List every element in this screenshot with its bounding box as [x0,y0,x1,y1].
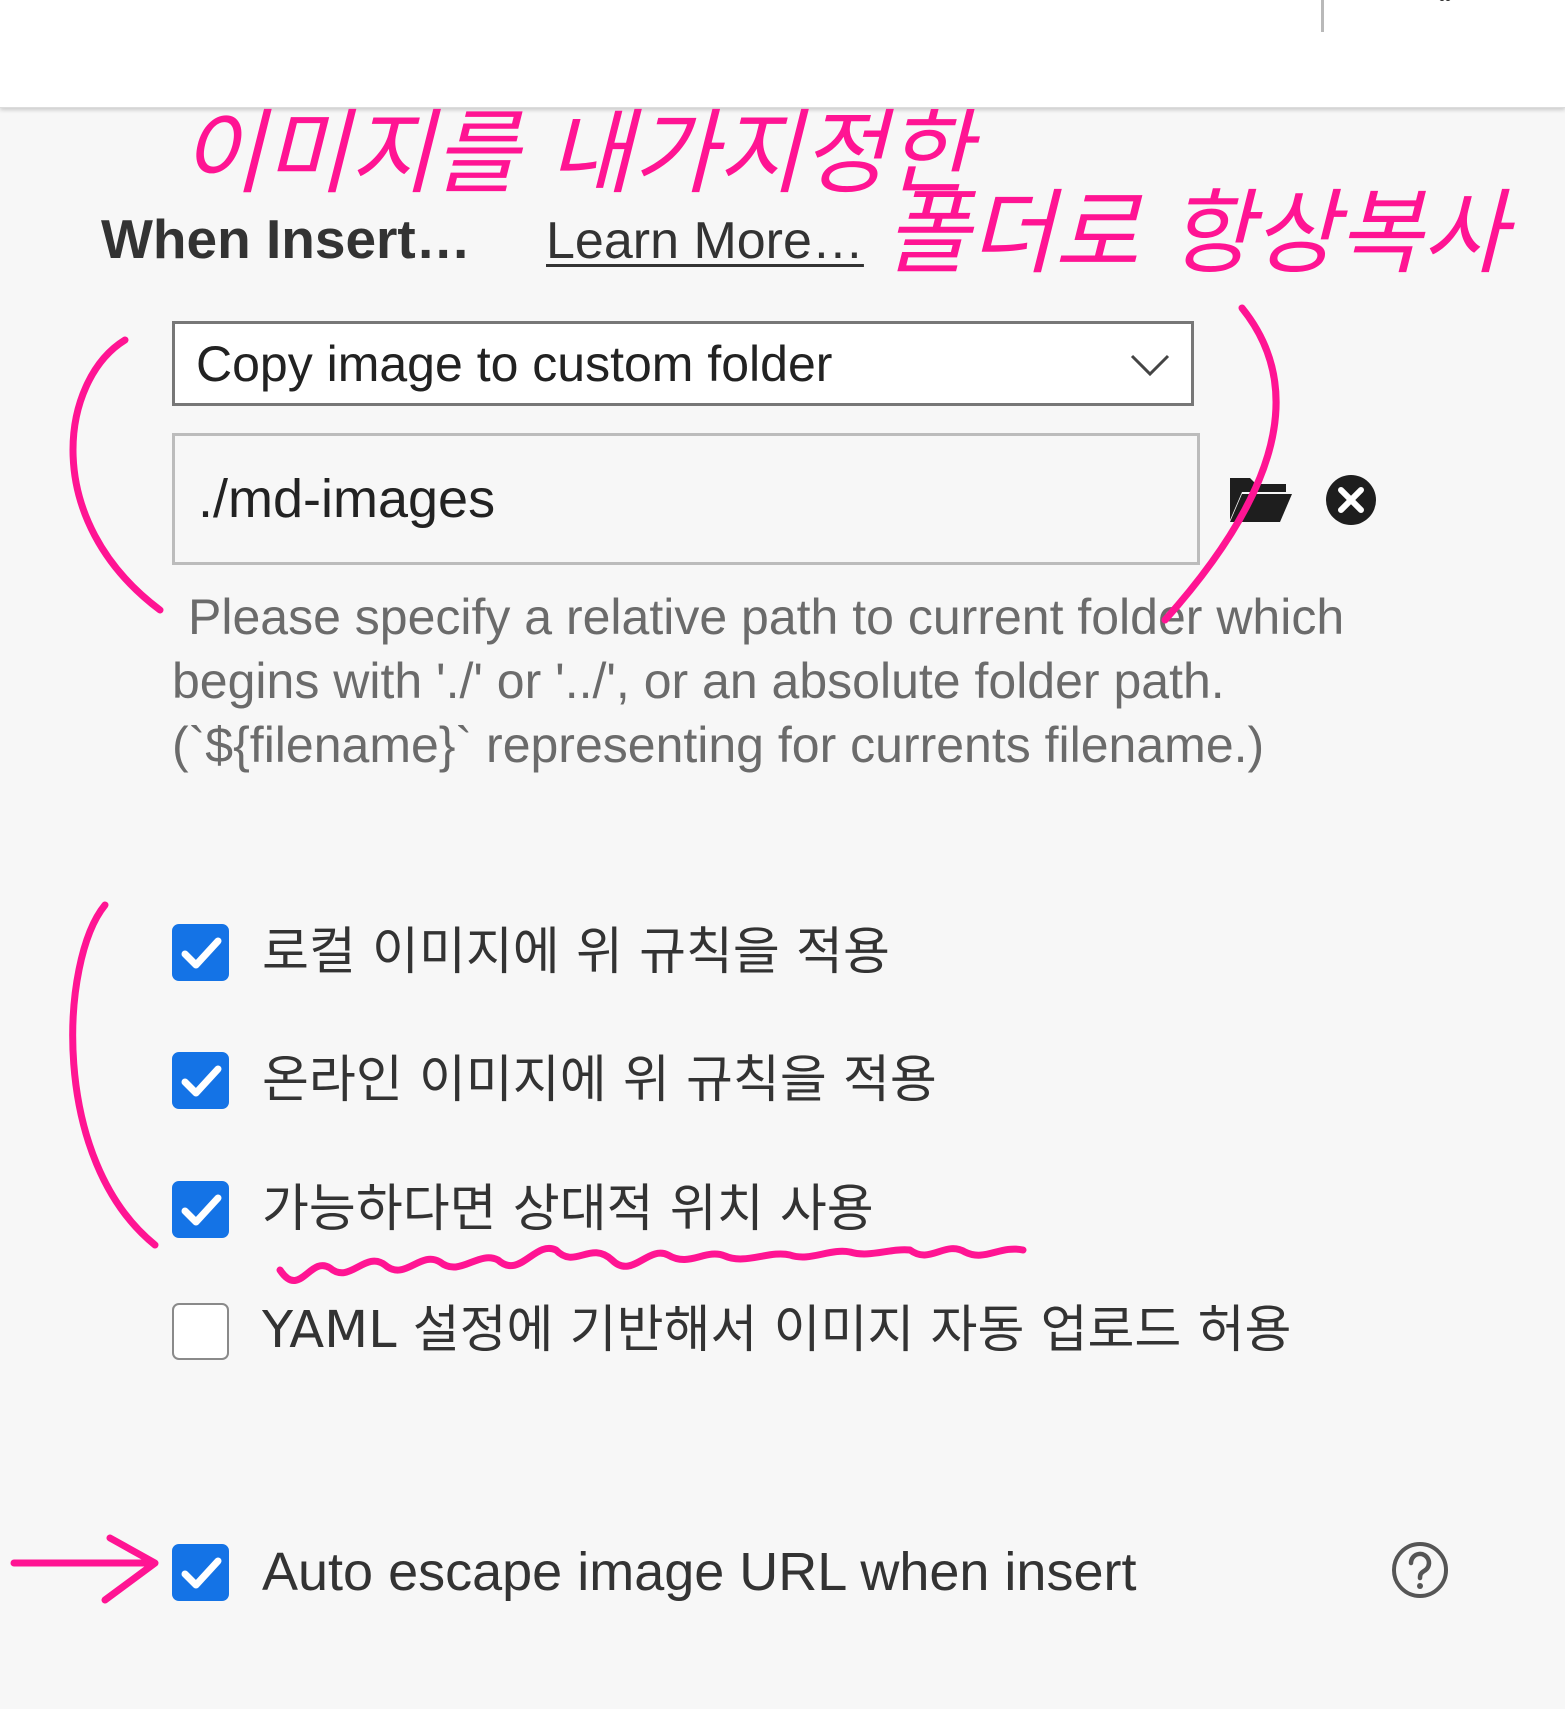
help-circle-icon[interactable] [1391,1541,1449,1599]
header-divider [1321,0,1324,32]
section-title: When Insert… [101,208,471,270]
image-action-select[interactable]: Copy image to custom folder [172,321,1194,406]
checkbox-relative-path[interactable] [172,1181,229,1238]
option-label: 로컬 이미지에 위 규칙을 적용 [262,923,890,982]
option-label: 온라인 이미지에 위 규칙을 적용 [262,1051,937,1110]
checkbox-local-images[interactable] [172,924,229,981]
option-local-images[interactable]: 로컬 이미지에 위 규칙을 적용 [172,924,890,981]
folder-open-icon[interactable] [1228,470,1294,526]
checkbox-auto-escape-url[interactable] [172,1544,229,1601]
learn-more-link[interactable]: Learn More… [546,206,864,276]
close-icon[interactable] [1410,0,1480,16]
dialog-header [0,0,1565,108]
option-yaml-upload[interactable]: YAML 설정에 기반해서 이미지 자동 업로드 허용 [172,1301,1472,1389]
checkmark-icon [181,1194,222,1226]
bracket-stroke [69,336,164,614]
option-label: Auto escape image URL when insert [262,1542,1137,1602]
option-label: YAML 설정에 기반해서 이미지 자동 업로드 허용 [262,1301,1292,1360]
option-label: 가능하다면 상대적 위치 사용 [262,1180,874,1239]
checkbox-yaml-upload[interactable] [172,1303,229,1360]
annotation-line-2: 폴더로 항상복사 [885,180,1515,287]
bracket-stroke [69,901,159,1249]
arrow-stroke [101,1534,159,1604]
option-online-images[interactable]: 온라인 이미지에 위 규칙을 적용 [172,1052,937,1109]
clear-circle-icon[interactable] [1325,474,1377,526]
path-hint-text: Please specify a relative path to curren… [172,589,1345,773]
checkbox-online-images[interactable] [172,1052,229,1109]
option-auto-escape-url[interactable]: Auto escape image URL when insert [172,1544,1136,1601]
chevron-down-icon [1130,354,1170,377]
custom-folder-path-input[interactable] [172,433,1200,565]
annotation-line-1: 이미지를 내가지정한 [180,100,980,207]
checkmark-icon [181,1065,222,1097]
checkmark-icon [181,1557,222,1589]
option-relative-path[interactable]: 가능하다면 상대적 위치 사용 [172,1181,874,1238]
image-action-value: Copy image to custom folder [196,336,833,392]
checkmark-icon [181,937,222,969]
